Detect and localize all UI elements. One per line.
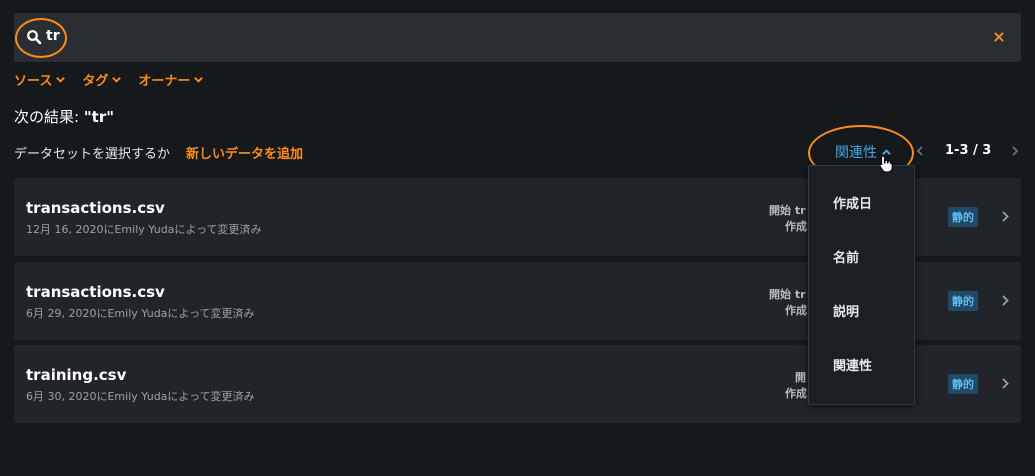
filter-tags-label: タグ	[82, 74, 109, 89]
status-badge: 静的	[948, 207, 978, 227]
filter-owner-label: オーナー	[138, 74, 191, 89]
filter-source-label: ソース	[14, 74, 53, 89]
chevron-down-icon	[194, 77, 204, 83]
hand-cursor-icon	[878, 155, 894, 173]
close-icon[interactable]: ×	[991, 28, 1007, 46]
filter-owner[interactable]: オーナー	[138, 70, 204, 89]
search-icon	[26, 29, 42, 45]
dataset-meta: 6月 30, 2020にEmily Yudaによって変更済み	[26, 390, 255, 403]
dataset-name: transactions.csv	[26, 199, 165, 217]
dataset-created: 作成	[785, 387, 807, 400]
dataset-source: 開	[795, 371, 806, 384]
sort-dropdown-menu: 作成日 名前 説明 関連性	[808, 165, 915, 405]
dataset-name: transactions.csv	[26, 283, 165, 301]
filter-bar: ソース タグ オーナー	[14, 70, 204, 89]
dataset-source: 開始 tr	[769, 204, 806, 217]
chevron-right-icon	[1001, 377, 1010, 390]
select-row: データセットを選択するか 新しいデータを追加	[14, 143, 303, 162]
sort-option-description[interactable]: 説明	[833, 301, 859, 320]
results-prefix: 次の結果:	[14, 108, 84, 126]
sort-option-relevance[interactable]: 関連性	[833, 355, 872, 374]
chevron-right-icon[interactable]	[1010, 144, 1020, 158]
status-badge: 静的	[948, 291, 978, 311]
search-bar[interactable]: tr ×	[14, 13, 1021, 62]
search-input[interactable]: tr	[46, 28, 60, 44]
chevron-right-icon	[1001, 210, 1010, 223]
chevron-down-icon	[112, 77, 122, 83]
pagination-count: 1-3 / 3	[945, 143, 992, 158]
filter-source[interactable]: ソース	[14, 70, 66, 89]
sort-current-label: 関連性	[835, 145, 877, 161]
results-title: 次の結果: "tr"	[14, 106, 114, 127]
dataset-created: 作成	[785, 220, 807, 233]
dataset-source: 開始 tr	[769, 288, 806, 301]
results-query: "tr"	[83, 108, 115, 126]
sort-option-created-date[interactable]: 作成日	[833, 193, 872, 212]
status-badge: 静的	[948, 374, 978, 394]
chevron-left-icon[interactable]	[915, 144, 925, 158]
add-new-data-link[interactable]: 新しいデータを追加	[186, 143, 303, 162]
sort-option-name[interactable]: 名前	[833, 247, 859, 266]
dataset-meta: 12月 16, 2020にEmily Yudaによって変更済み	[26, 223, 262, 236]
filter-tags[interactable]: タグ	[82, 70, 122, 89]
chevron-right-icon	[1001, 294, 1010, 307]
dataset-name: training.csv	[26, 366, 127, 384]
chevron-down-icon	[56, 77, 66, 83]
select-prompt: データセットを選択するか	[14, 147, 171, 162]
dataset-meta: 6月 29, 2020にEmily Yudaによって変更済み	[26, 307, 255, 320]
dataset-created: 作成	[785, 304, 807, 317]
